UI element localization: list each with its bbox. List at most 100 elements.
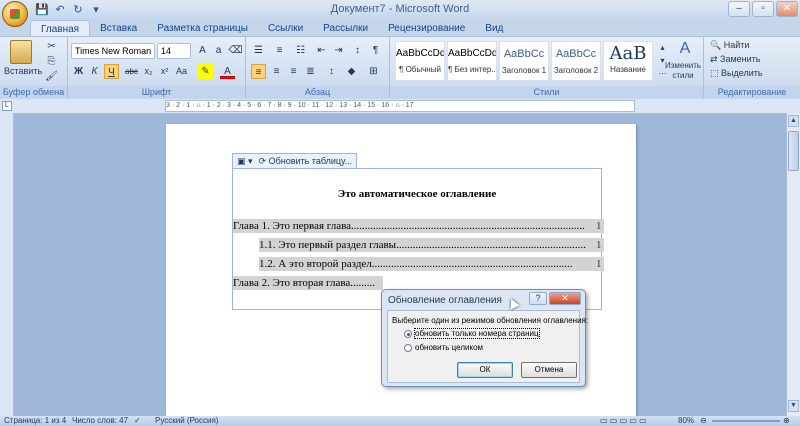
tab-review[interactable]: Рецензирование <box>378 20 475 37</box>
bold-button[interactable]: Ж <box>71 64 86 79</box>
tab-page-layout[interactable]: Разметка страницы <box>147 20 258 37</box>
horizontal-ruler[interactable]: 3 · 2 · 1 · ⌂ · 1 · 2 · 3 · 4 · 5 · 6 · … <box>165 100 635 112</box>
dialog-help-button[interactable]: ? <box>529 292 547 305</box>
decrease-indent-icon[interactable]: ⇤ <box>314 43 329 58</box>
window-title: Документ7 - Microsoft Word <box>330 3 470 15</box>
ribbon-tabs: Главная Вставка Разметка страницы Ссылки… <box>30 20 513 37</box>
font-size-select[interactable]: 14 <box>157 43 191 59</box>
select-button[interactable]: ⬚ Выделить <box>710 68 763 79</box>
subscript-button[interactable]: x₂ <box>141 64 156 79</box>
font-group-label: Шрифт <box>68 86 245 98</box>
toc-entry[interactable]: Глава 1. Это первая глава...............… <box>233 219 601 233</box>
tab-home[interactable]: Главная <box>30 20 91 37</box>
zoom-out-icon[interactable]: ⊖ <box>700 416 707 426</box>
scroll-down-button[interactable]: ▼ <box>788 400 799 412</box>
scroll-thumb[interactable] <box>788 131 799 171</box>
language-indicator[interactable]: Русский (Россия) <box>155 416 218 426</box>
ruler-row: L 3 · 2 · 1 · ⌂ · 1 · 2 · 3 · 4 · 5 · 6 … <box>0 99 800 113</box>
dialog-prompt: Выберите один из режимов обновления огла… <box>392 316 589 325</box>
scroll-up-button[interactable]: ▲ <box>788 115 799 127</box>
minimize-button[interactable]: – <box>728 1 750 17</box>
maximize-button[interactable]: ▫ <box>752 1 774 17</box>
underline-button[interactable]: Ч <box>104 64 119 79</box>
style-no-spacing[interactable]: AaBbCcDd ¶ Без интер... <box>447 41 497 81</box>
style-name: Название <box>610 65 646 74</box>
update-toc-button[interactable]: ⟳ Обновить таблицу... <box>259 154 353 168</box>
shrink-font-icon[interactable]: a <box>211 43 226 58</box>
tab-mailings[interactable]: Рассылки <box>313 20 378 37</box>
change-styles-button[interactable]: Изменить стили <box>664 61 702 81</box>
format-painter-icon[interactable]: 🖌 <box>44 69 59 84</box>
line-spacing-icon[interactable]: ↕ <box>324 64 339 79</box>
radio-selected-icon[interactable] <box>404 329 412 338</box>
style-heading-1[interactable]: AaBbCc Заголовок 1 <box>499 41 549 81</box>
font-color-button[interactable]: A <box>220 64 235 79</box>
shading-icon[interactable]: ◆ <box>344 64 359 79</box>
styles-group: AaBbCcDd ¶ Обычный AaBbCcDd ¶ Без интер.… <box>390 37 704 98</box>
view-buttons[interactable]: ▭ ▭ ▭ ▭ ▭ <box>600 416 647 426</box>
tab-selector[interactable]: L <box>2 101 12 111</box>
align-right-icon[interactable]: ≡ <box>286 64 301 79</box>
option-label: обновить только номера страниц <box>414 328 540 339</box>
vertical-ruler[interactable] <box>0 113 14 416</box>
cancel-button[interactable]: Отмена <box>521 362 577 378</box>
close-button[interactable]: ✕ <box>776 1 798 17</box>
justify-icon[interactable]: ≣ <box>303 64 318 79</box>
multilevel-list-icon[interactable]: ☷ <box>293 43 308 58</box>
borders-icon[interactable]: ⊞ <box>366 64 381 79</box>
grow-font-icon[interactable]: A <box>195 43 210 58</box>
clipboard-group-label: Буфер обмена <box>0 86 67 98</box>
toc-entry[interactable]: 1.1. Это первый раздел главы............… <box>259 238 601 252</box>
replace-button[interactable]: ⇄ Заменить <box>710 54 761 65</box>
align-left-icon[interactable]: ≡ <box>251 64 266 79</box>
toc-entry[interactable]: Глава 2. Это вторая глава......... <box>233 276 383 290</box>
dialog-title: Обновление оглавления <box>388 295 502 306</box>
toc-entry[interactable]: 1.2. А это второй раздел................… <box>259 257 601 271</box>
zoom-level[interactable]: 80% <box>678 416 694 426</box>
office-button[interactable] <box>2 1 28 27</box>
cut-icon[interactable]: ✂ <box>44 39 59 54</box>
style-heading-2[interactable]: AaBbCc Заголовок 2 <box>551 41 601 81</box>
toc-leader: ........................................… <box>396 239 586 251</box>
tab-insert[interactable]: Вставка <box>90 20 147 37</box>
style-sample: AaB <box>609 43 647 64</box>
style-normal[interactable]: AaBbCcDd ¶ Обычный <box>395 41 445 81</box>
italic-button[interactable]: К <box>87 64 102 79</box>
sort-icon[interactable]: ↕ <box>350 43 365 58</box>
replace-label: Заменить <box>720 54 761 64</box>
page-count[interactable]: Страница: 1 из 4 <box>4 416 66 426</box>
strikethrough-button[interactable]: abc <box>124 64 139 79</box>
option-page-numbers-only[interactable]: обновить только номера страниц <box>404 328 540 339</box>
copy-icon[interactable]: ⎘ <box>44 54 59 69</box>
toc-menu-icon[interactable]: ▣ ▾ <box>237 154 253 168</box>
toc-entry-text: Глава 1. Это первая глава <box>233 220 352 232</box>
dialog-close-button[interactable]: ✕ <box>549 292 581 305</box>
find-button[interactable]: 🔍 Найти <box>710 40 749 51</box>
highlight-color-icon[interactable]: ✎ <box>198 64 213 79</box>
paste-button-label[interactable]: Вставить <box>4 66 42 76</box>
word-count[interactable]: Число слов: 47 <box>72 416 128 426</box>
paste-icon[interactable] <box>10 40 32 64</box>
option-entire-table[interactable]: обновить целиком <box>404 343 483 352</box>
ok-button[interactable]: ОК <box>457 362 513 378</box>
zoom-in-icon[interactable]: ⊕ <box>783 416 790 426</box>
zoom-slider[interactable] <box>712 420 780 422</box>
style-sample: AaBbCc <box>555 48 597 60</box>
style-title[interactable]: AaB Название <box>603 41 653 81</box>
increase-indent-icon[interactable]: ⇥ <box>331 43 346 58</box>
status-bar: Страница: 1 из 4 Число слов: 47 ✓ Русски… <box>0 416 800 426</box>
superscript-button[interactable]: x² <box>157 64 172 79</box>
radio-unselected-icon[interactable] <box>404 343 412 352</box>
change-styles-icon[interactable]: A <box>674 40 696 58</box>
font-name-select[interactable]: Times New Roman <box>71 43 155 59</box>
tab-view[interactable]: Вид <box>475 20 513 37</box>
numbering-icon[interactable]: ≡ <box>272 43 287 58</box>
show-marks-icon[interactable]: ¶ <box>368 43 383 58</box>
change-case-button[interactable]: Aa <box>174 64 189 79</box>
align-center-icon[interactable]: ≡ <box>269 64 284 79</box>
bullets-icon[interactable]: ☰ <box>251 43 266 58</box>
tab-references[interactable]: Ссылки <box>258 20 313 37</box>
proofing-icon[interactable]: ✓ <box>134 416 141 426</box>
clear-format-icon[interactable]: ⌫ <box>228 43 243 58</box>
vertical-scrollbar[interactable]: ▲ ▼ <box>786 113 800 416</box>
